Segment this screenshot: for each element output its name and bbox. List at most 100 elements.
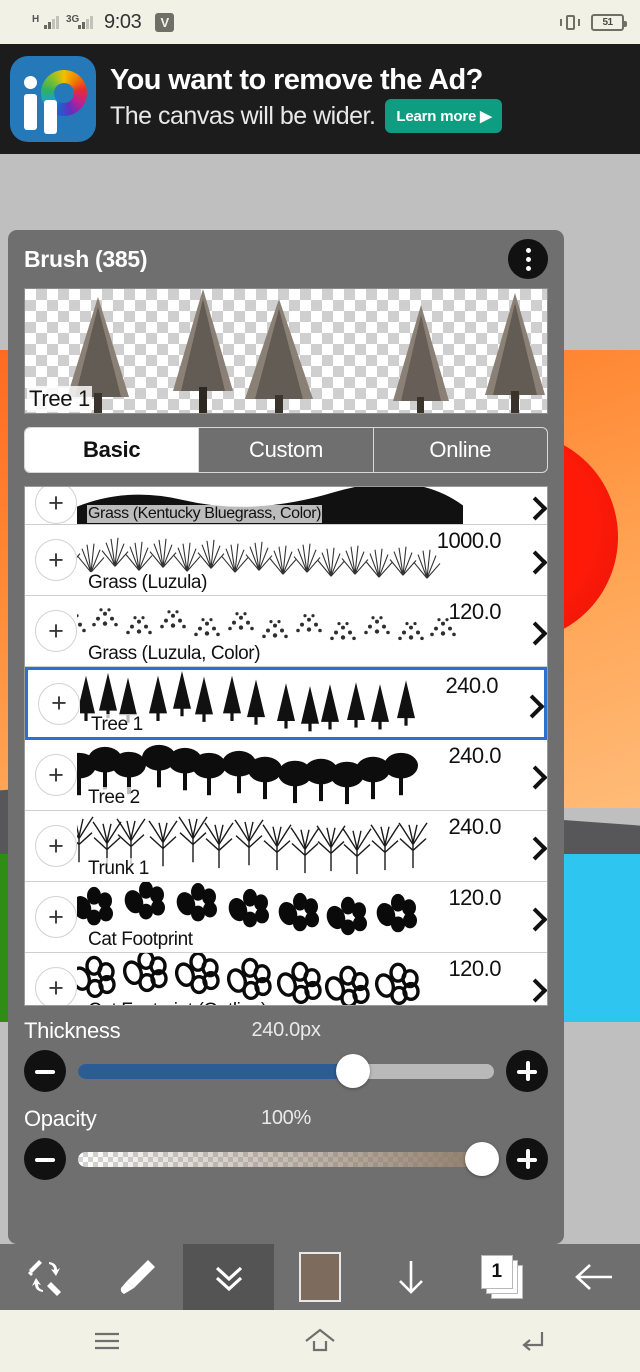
three-dots-vertical-icon[interactable] [508, 239, 548, 279]
tab-basic[interactable]: Basic [25, 428, 200, 472]
home-icon [305, 1328, 335, 1352]
opacity-control: Opacity 100% [24, 1106, 548, 1182]
thickness-slider-thumb[interactable] [335, 1054, 370, 1088]
arrow-down-icon [399, 1261, 424, 1294]
brush-list[interactable]: + Grass (Kentucky Bluegrass, Color) + Gr… [24, 486, 548, 1006]
ad-subrow: The canvas will be wider. Learn more ▶ [110, 98, 630, 133]
table-row-selected[interactable]: + Tree 1 240.0 [25, 667, 547, 740]
brush-size: 120.0 [448, 599, 501, 624]
table-row[interactable]: + Grass (Luzula) 1000.0 [25, 525, 547, 596]
brush-size: 240.0 [448, 743, 501, 768]
menu-icon [94, 1332, 119, 1350]
preview-brush-name: Tree 1 [27, 386, 92, 412]
opacity-header: Opacity 100% [24, 1106, 548, 1136]
signal-3g-icon: 3G [66, 13, 93, 29]
brush-panel: Brush (385) Tree 1 Basic Custom Online +… [8, 230, 564, 1244]
brush-name: Cat Footprint [87, 929, 194, 951]
learn-more-button[interactable]: Learn more ▶ [385, 98, 503, 133]
add-brush-button[interactable]: + [35, 754, 77, 796]
table-row[interactable]: + Cat Footprint 120.0 [25, 882, 547, 953]
thickness-header: Thickness 240.0px [24, 1018, 548, 1048]
brush-tool-button[interactable] [91, 1244, 182, 1310]
table-row[interactable]: + Grass (Luzula, Color) 120.0 [25, 596, 547, 667]
opacity-value: 100% [261, 1107, 311, 1129]
opacity-slider-row [24, 1136, 548, 1182]
opacity-slider[interactable] [78, 1142, 499, 1176]
table-row[interactable]: + Cat Footprint (Outline) 120.0 [25, 953, 547, 1005]
add-brush-button[interactable]: + [35, 967, 77, 1005]
battery-level-label: 51 [602, 16, 613, 28]
tab-online[interactable]: Online [374, 428, 547, 472]
stroke-paw-outline-icon [77, 953, 420, 1005]
status-bar-right: 51 [559, 13, 627, 31]
ad-headline: You want to remove the Ad? [110, 64, 483, 97]
brush-eraser-swap-icon [27, 1260, 61, 1296]
tab-custom[interactable]: Custom [199, 428, 374, 472]
thickness-slider-row [24, 1048, 548, 1094]
brush-size: 240.0 [448, 814, 501, 839]
thickness-value: 240.0px [251, 1019, 321, 1041]
back-nav-button[interactable] [427, 1310, 640, 1372]
opacity-label: Opacity [24, 1106, 97, 1131]
brush-name: Grass (Luzula) [87, 572, 208, 594]
add-brush-button[interactable]: + [35, 610, 77, 652]
preview-tree-icon [245, 299, 313, 413]
add-brush-button[interactable]: + [38, 682, 80, 725]
app-logo-icon [10, 56, 96, 142]
status-bar-clock: 9:03 [104, 10, 142, 33]
opacity-plus-button[interactable] [506, 1138, 548, 1180]
brush-size: 1000.0 [436, 528, 502, 553]
recents-button[interactable] [0, 1310, 213, 1372]
brush-size: 120.0 [448, 885, 501, 910]
color-swatch-icon [298, 1252, 341, 1302]
brush-name: Grass (Luzula, Color) [87, 643, 262, 665]
add-brush-button[interactable]: + [35, 539, 77, 581]
add-brush-button[interactable]: + [35, 825, 77, 867]
thickness-control: Thickness 240.0px [24, 1018, 548, 1094]
color-picker-button[interactable] [274, 1244, 365, 1310]
brush-name: Grass (Kentucky Bluegrass, Color) [87, 505, 323, 523]
table-row[interactable]: + Tree 2 240.0 [25, 740, 547, 811]
brush-size: 240.0 [445, 673, 498, 698]
brush-name: Trunk 1 [87, 858, 150, 880]
battery-icon: 51 [591, 13, 627, 31]
thickness-minus-button[interactable] [24, 1050, 66, 1092]
android-nav-bar [0, 1310, 640, 1372]
table-row[interactable]: + Trunk 1 240.0 [25, 811, 547, 882]
home-button[interactable] [213, 1310, 426, 1372]
thickness-slider[interactable] [78, 1054, 494, 1088]
preview-tree-icon [393, 305, 449, 413]
ad-subline: The canvas will be wider. [110, 101, 376, 130]
brush-name: Cat Footprint (Outline) [87, 1000, 268, 1005]
preview-tree-icon [485, 293, 545, 413]
signal-3g-label: 3G [66, 13, 80, 25]
collapse-panel-button[interactable] [182, 1244, 275, 1310]
bottom-toolbar: 1 [0, 1244, 640, 1310]
brush-name: Tree 2 [87, 787, 141, 809]
opacity-slider-thumb[interactable] [464, 1142, 499, 1176]
layer-count-label: 1 [480, 1255, 513, 1289]
brush-icon [120, 1260, 156, 1294]
brush-name: Tree 1 [90, 714, 144, 736]
status-bar-left: H 3G 9:03 V [32, 10, 175, 34]
layers-icon: 1 [480, 1255, 525, 1299]
add-brush-button[interactable]: + [35, 487, 77, 524]
double-chevron-down-icon [215, 1266, 242, 1292]
back-button[interactable] [549, 1244, 640, 1310]
back-arrow-icon [522, 1332, 544, 1351]
add-brush-button[interactable]: + [35, 896, 77, 938]
table-row[interactable]: + Grass (Kentucky Bluegrass, Color) [25, 487, 547, 525]
vibrate-icon [559, 14, 581, 30]
brush-stroke-preview: Grass (Kentucky Bluegrass, Color) [77, 487, 545, 524]
signal-h-label: H [32, 13, 40, 25]
brush-eraser-swap-button[interactable] [0, 1244, 91, 1310]
thickness-label: Thickness [24, 1018, 121, 1043]
opacity-minus-button[interactable] [24, 1138, 66, 1180]
vpn-badge-icon: V [155, 12, 175, 32]
ad-text-block: You want to remove the Ad? The canvas wi… [110, 64, 630, 133]
thickness-plus-button[interactable] [506, 1050, 548, 1092]
layers-button[interactable]: 1 [457, 1244, 548, 1310]
ad-banner[interactable]: You want to remove the Ad? The canvas wi… [0, 44, 640, 154]
brush-preview-strip[interactable]: Tree 1 [24, 288, 548, 414]
download-button[interactable] [366, 1244, 457, 1310]
